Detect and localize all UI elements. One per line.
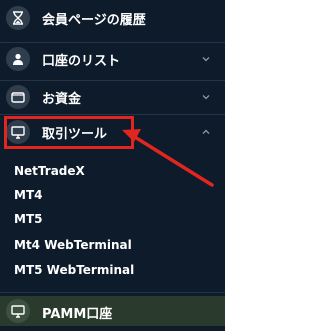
menu-item-history[interactable]: 会員ページの履歴 [0, 2, 225, 34]
menu-item-pamm[interactable]: PAMM口座 [0, 296, 225, 326]
menu-item-label: 会員ページの履歴 [42, 12, 146, 28]
menu-item-label: お資金 [42, 91, 82, 107]
monitor-icon [6, 299, 30, 323]
menu-item-label: PAMM口座 [42, 307, 113, 322]
menu-item-funds[interactable]: お資金 [0, 81, 225, 113]
submenu-item-mt4[interactable]: MT4 [14, 186, 42, 204]
submenu-item-mt5-webterminal[interactable]: MT5 WebTerminal [14, 261, 134, 279]
submenu-item-mt5[interactable]: MT5 [14, 210, 42, 228]
divider [0, 114, 225, 115]
submenu-item-mt4-webterminal[interactable]: Mt4 WebTerminal [14, 236, 132, 254]
highlight-box [4, 116, 134, 149]
menu-item-account-list[interactable]: 口座のリスト [0, 43, 225, 75]
menu-item-label: 口座のリスト [42, 53, 121, 69]
hourglass-icon [6, 6, 30, 30]
divider [0, 292, 225, 293]
wallet-icon [6, 85, 30, 109]
chevron-down-icon[interactable] [201, 92, 211, 102]
people-icon [6, 47, 30, 71]
chevron-down-icon[interactable] [201, 54, 211, 64]
sidebar-menu: 会員ページの履歴 口座のリスト お資金 取引ツール NetTradeX MT4 … [0, 0, 225, 331]
chevron-up-icon[interactable] [201, 127, 211, 137]
submenu-item-nettradex[interactable]: NetTradeX [14, 162, 85, 180]
